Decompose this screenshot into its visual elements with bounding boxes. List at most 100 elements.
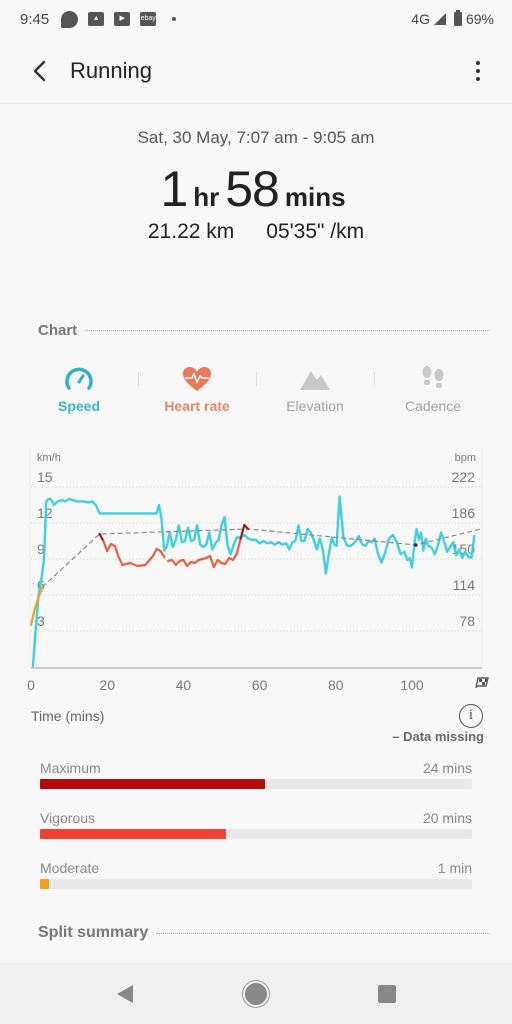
zone-bar xyxy=(40,829,472,839)
section-divider xyxy=(156,932,490,934)
zone-bar xyxy=(40,779,472,789)
x-tick-label: 40 xyxy=(176,677,192,693)
heart-rate-segment xyxy=(98,532,105,543)
y-tick-label: 15 xyxy=(37,469,53,485)
speed-heart-rate-chart[interactable]: 3 78 6 114 9 150 12 186 15 222 0 20 40 60 80 100 km/h b… xyxy=(0,440,512,700)
zone-value: 24 mins xyxy=(422,760,472,776)
more-options-button[interactable] xyxy=(466,51,490,91)
heart-rate-segment xyxy=(113,544,120,559)
x-tick-label: 60 xyxy=(252,677,268,693)
chart-metric-tabs: Speed Heart rate Elevation Cadence xyxy=(20,364,492,414)
footsteps-icon xyxy=(417,364,449,394)
y-tick-label: 3 xyxy=(37,613,45,629)
tab-cadence-label: Cadence xyxy=(404,398,462,414)
back-button[interactable] xyxy=(20,51,60,91)
zone-maximum: Maximum 24 mins xyxy=(40,760,472,789)
zone-moderate: Moderate 1 min xyxy=(40,860,472,889)
heart-rate-segment xyxy=(117,555,124,567)
youtube-icon: ▶ xyxy=(114,12,131,26)
heart-rate-segment xyxy=(121,561,132,567)
nav-home-icon xyxy=(244,982,267,1005)
more-vertical-icon xyxy=(476,60,480,65)
mountain-icon xyxy=(299,364,331,394)
heart-rate-segment xyxy=(235,537,242,556)
x-tick-label: 0 xyxy=(27,677,35,693)
heart-rate-segment xyxy=(151,547,158,558)
info-button[interactable]: i xyxy=(459,704,483,728)
status-bar: 9:45 ▲ ▶ ebay 4G 69% xyxy=(0,0,512,38)
speedometer-icon xyxy=(63,364,95,394)
zone-bar xyxy=(40,879,472,889)
heart-rate-icon xyxy=(181,364,213,394)
tab-separator xyxy=(138,372,139,386)
chevron-left-icon xyxy=(33,60,46,81)
y2-tick-label: 222 xyxy=(452,469,476,485)
duration-hours: 1 xyxy=(160,161,188,217)
heart-rate-segment xyxy=(29,607,36,627)
x-tick-label: 100 xyxy=(400,677,424,693)
split-summary-header[interactable]: Split summary xyxy=(38,924,490,942)
zone-bar-fill xyxy=(40,779,265,789)
y2-tick-label: 78 xyxy=(459,613,475,629)
tab-elevation-label: Elevation xyxy=(286,398,344,414)
heart-rate-segment xyxy=(208,554,215,569)
zone-label: Moderate xyxy=(40,860,100,876)
more-dot xyxy=(476,68,480,73)
tab-separator xyxy=(256,372,257,386)
split-summary-title: Split summary xyxy=(38,924,149,941)
tab-elevation[interactable]: Elevation xyxy=(265,364,365,414)
data-missing-point xyxy=(414,543,418,547)
y2-tick-label: 114 xyxy=(453,577,476,593)
y2-axis-unit-label: bpm xyxy=(455,452,476,464)
nav-recents-icon xyxy=(377,984,396,1003)
nav-home-button[interactable] xyxy=(236,974,276,1014)
tab-separator xyxy=(374,372,375,386)
zone-bar-fill xyxy=(40,829,226,839)
finish-flag-icon xyxy=(475,677,489,689)
more-dot xyxy=(476,76,480,81)
zone-label: Vigorous xyxy=(40,810,96,826)
x-tick-label: 80 xyxy=(328,677,344,693)
app-notification-icon xyxy=(61,10,79,28)
time-in-zones-label: Time (mins) xyxy=(31,708,105,724)
zone-value: 20 mins xyxy=(422,810,472,826)
date-range: Sat, 30 May, 7:07 am - 9:05 am xyxy=(137,128,375,147)
zone-value: 1 min xyxy=(437,860,472,876)
pace: 05'35" /km xyxy=(266,220,365,243)
zone-label: Maximum xyxy=(40,760,101,776)
zone-vigorous: Vigorous 20 mins xyxy=(40,810,472,839)
workout-summary: Sat, 30 May, 7:07 am - 9:05 am 1 hr 58 mins… xyxy=(0,104,512,244)
app-bar: Running xyxy=(0,38,512,104)
heart-rate-segment xyxy=(136,563,147,568)
signal-icon xyxy=(433,13,446,25)
zone-bar-fill xyxy=(40,879,49,889)
tab-speed-label: Speed xyxy=(57,398,100,414)
info-icon: i xyxy=(468,707,474,723)
tab-heart-rate-label: Heart rate xyxy=(164,398,230,414)
heart-rate-segment xyxy=(243,523,250,531)
data-missing-legend: – Data missing xyxy=(392,729,484,744)
tab-heart-rate[interactable]: Heart rate xyxy=(147,364,247,414)
nav-back-icon xyxy=(117,984,134,1003)
status-time: 9:45 xyxy=(20,10,50,28)
duration-minutes-unit: mins xyxy=(284,182,346,212)
section-divider xyxy=(85,330,490,331)
nav-back-button[interactable] xyxy=(105,974,145,1014)
y-axis-unit-label: km/h xyxy=(37,452,61,464)
chart-section-header: Chart xyxy=(38,322,490,339)
duration-minutes: 58 xyxy=(225,161,280,217)
network-type: 4G xyxy=(411,11,430,27)
heart-rate-segment xyxy=(212,558,219,569)
duration-hours-unit: hr xyxy=(193,182,220,212)
heart-rate-segment xyxy=(128,561,139,568)
tab-cadence[interactable]: Cadence xyxy=(383,364,483,414)
chart-svg: 3 786 1149 15012 18615 2220 20 40 60 80 100 km/h b… xyxy=(27,448,489,693)
tab-speed[interactable]: Speed xyxy=(29,364,129,414)
gallery-icon: ▲ xyxy=(88,12,105,26)
battery-percent: 69% xyxy=(465,11,494,27)
heart-rate-segment xyxy=(106,542,113,553)
chart-section-title: Chart xyxy=(38,322,78,339)
distance: 21.22 km xyxy=(147,220,235,243)
nav-recents-button[interactable] xyxy=(367,974,407,1014)
x-tick-label: 20 xyxy=(99,677,115,693)
